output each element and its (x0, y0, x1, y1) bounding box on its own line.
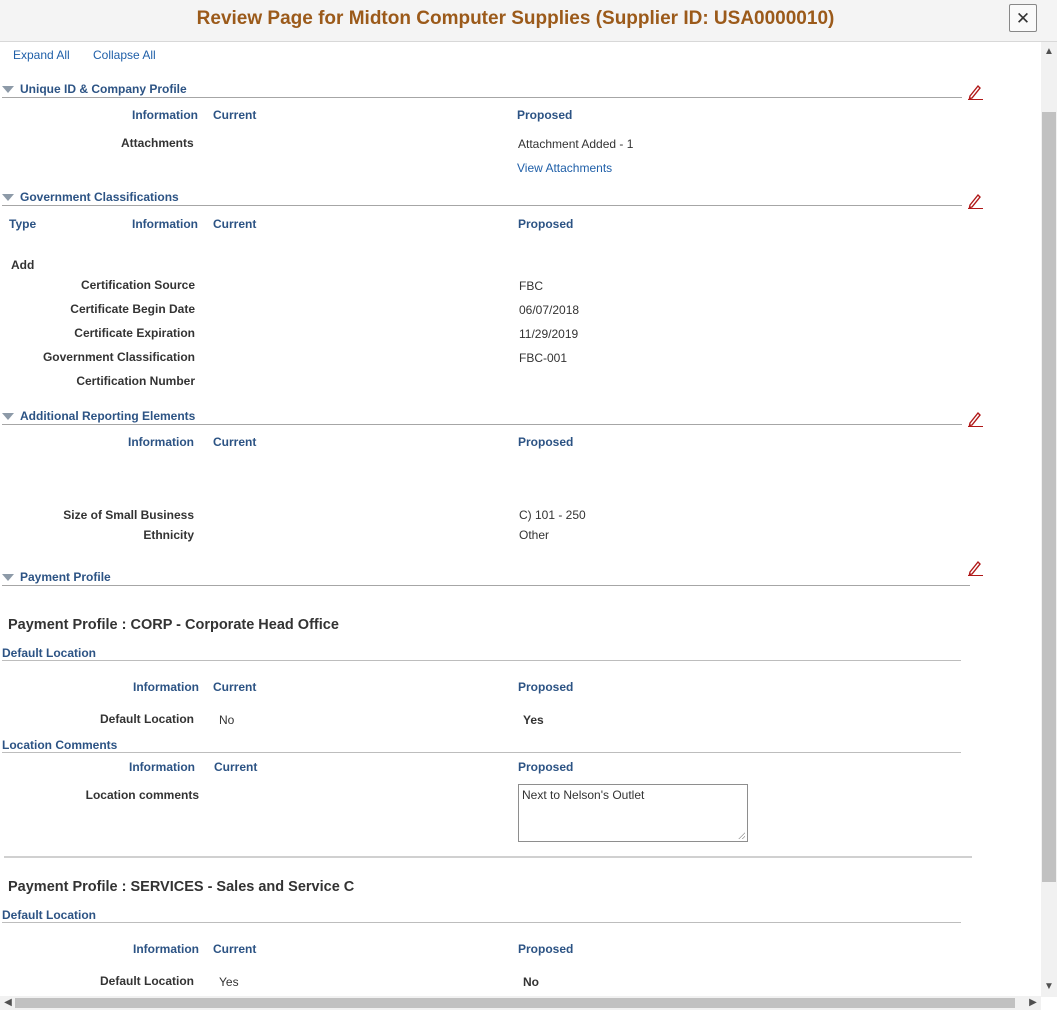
section-divider (2, 205, 962, 206)
scroll-down-arrow-icon[interactable]: ▼ (1042, 980, 1056, 994)
column-header-proposed: Proposed (518, 942, 574, 956)
resize-grip-icon[interactable] (738, 832, 745, 839)
row-label-certificate-begin-date: Certificate Begin Date (70, 302, 195, 316)
subsection-title-default-location: Default Location (2, 646, 97, 660)
row-label-default-location: Default Location (99, 974, 194, 988)
section-divider (2, 585, 970, 586)
row-label-certificate-expiration: Certificate Expiration (74, 326, 195, 340)
column-header-proposed: Proposed (518, 435, 574, 449)
column-header-current: Current (213, 217, 257, 231)
title-bar: Review Page for Midton Computer Supplies… (0, 0, 1057, 42)
scroll-up-arrow-icon[interactable]: ▲ (1042, 45, 1056, 59)
row-label-ethnicity: Ethnicity (143, 528, 194, 542)
current-value-default-location: Yes (219, 975, 239, 989)
column-header-current: Current (213, 435, 257, 449)
location-comments-text: Next to Nelson's Outlet (522, 788, 645, 802)
column-header-proposed: Proposed (518, 680, 574, 694)
collapse-all-link[interactable]: Collapse All (93, 48, 156, 62)
section-title-unique-id[interactable]: Unique ID & Company Profile (20, 82, 187, 96)
row-label-size-of-small-business: Size of Small Business (63, 508, 194, 522)
column-header-information: Information (129, 760, 195, 774)
proposed-value-default-location: Yes (523, 713, 544, 727)
collapse-triangle-icon[interactable] (2, 574, 14, 581)
row-label-government-classification: Government Classification (42, 350, 195, 364)
collapse-triangle-icon[interactable] (2, 86, 14, 93)
section-title-additional-reporting[interactable]: Additional Reporting Elements (20, 409, 195, 423)
expand-all-link[interactable]: Expand All (13, 48, 70, 62)
scroll-right-arrow-icon[interactable]: ▶ (1026, 996, 1040, 1010)
page-title: Review Page for Midton Computer Supplies… (196, 8, 835, 29)
proposed-value-certificate-expiration: 11/29/2019 (519, 327, 579, 341)
column-header-information: Information (132, 108, 198, 122)
column-header-information: Information (133, 942, 199, 956)
proposed-value-ethnicity: Other (519, 528, 550, 542)
row-label-default-location: Default Location (99, 712, 194, 726)
column-header-current: Current (214, 760, 258, 774)
payment-profile-title: Payment Profile : SERVICES - Sales and S… (8, 879, 355, 895)
pencil-edit-icon[interactable] (967, 193, 983, 209)
location-comments-textarea[interactable]: Next to Nelson's Outlet (518, 784, 748, 842)
proposed-value-size-of-small-business: C) 101 - 250 (519, 508, 586, 522)
subsection-divider (2, 922, 961, 923)
row-label-location-comments: Location comments (85, 788, 199, 802)
column-header-proposed: Proposed (518, 217, 574, 231)
column-header-proposed: Proposed (518, 760, 574, 774)
collapse-triangle-icon[interactable] (2, 194, 14, 201)
column-header-current: Current (213, 942, 257, 956)
view-attachments-link[interactable]: View Attachments (517, 161, 612, 175)
column-header-current: Current (213, 680, 257, 694)
subsection-divider (2, 660, 961, 661)
pencil-edit-icon[interactable] (967, 84, 983, 100)
pencil-edit-icon[interactable] (967, 560, 983, 576)
pencil-edit-icon[interactable] (967, 411, 983, 427)
row-label-attachments: Attachments (121, 136, 194, 150)
current-value-default-location: No (219, 713, 235, 727)
payment-profile-title: Payment Profile : CORP - Corporate Head … (8, 617, 339, 633)
section-divider (2, 424, 962, 425)
row-label-certification-source: Certification Source (80, 278, 195, 292)
section-title-government[interactable]: Government Classifications (20, 190, 179, 204)
profile-separator (4, 856, 972, 858)
collapse-triangle-icon[interactable] (2, 413, 14, 420)
row-label-certification-number: Certification Number (76, 374, 195, 388)
section-title-payment-profile[interactable]: Payment Profile (20, 570, 111, 584)
horizontal-scrollbar-thumb[interactable] (15, 998, 1015, 1008)
subsection-divider (2, 752, 961, 753)
column-header-current: Current (213, 108, 257, 122)
proposed-value-government-classification: FBC-001 (519, 351, 568, 365)
vertical-scrollbar-thumb[interactable] (1042, 112, 1056, 882)
close-icon: ✕ (1015, 9, 1031, 28)
column-header-information: Information (132, 217, 198, 231)
column-header-type: Type (9, 217, 37, 231)
proposed-value-attachments: Attachment Added - 1 (518, 137, 634, 151)
type-value: Add (11, 258, 35, 272)
subsection-title-location-comments: Location Comments (2, 738, 118, 752)
close-button[interactable]: ✕ (1009, 4, 1037, 32)
section-divider (2, 97, 962, 98)
scroll-left-arrow-icon[interactable]: ◀ (1, 996, 15, 1010)
subsection-title-default-location: Default Location (2, 908, 97, 922)
proposed-value-certificate-begin-date: 06/07/2018 (519, 303, 580, 317)
column-header-information: Information (133, 680, 199, 694)
column-header-information: Information (128, 435, 194, 449)
column-header-proposed: Proposed (517, 108, 573, 122)
proposed-value-certification-source: FBC (519, 279, 543, 293)
proposed-value-default-location: No (523, 975, 539, 989)
